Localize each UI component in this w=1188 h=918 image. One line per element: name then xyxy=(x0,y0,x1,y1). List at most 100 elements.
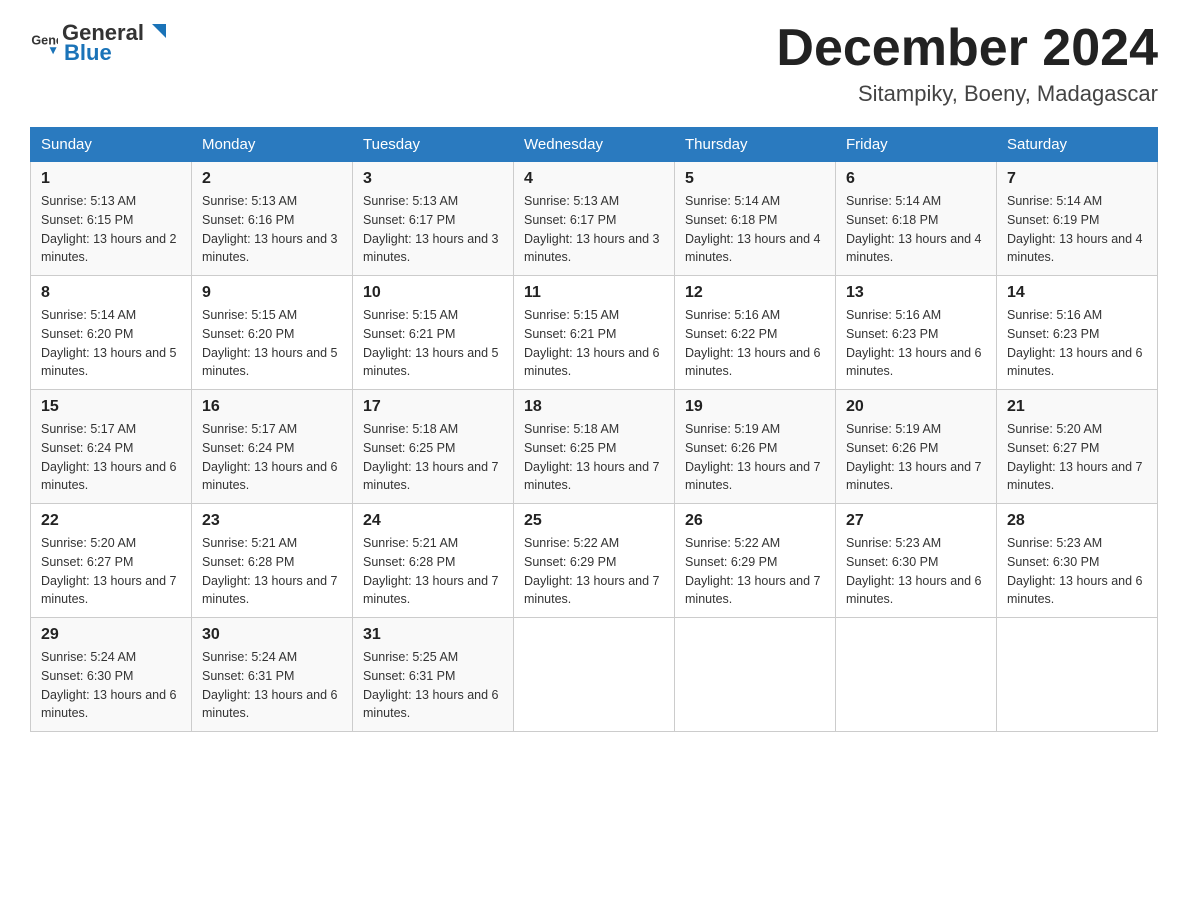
day-number: 23 xyxy=(202,512,342,530)
day-info: Sunrise: 5:23 AMSunset: 6:30 PMDaylight:… xyxy=(846,534,986,609)
day-info: Sunrise: 5:21 AMSunset: 6:28 PMDaylight:… xyxy=(363,534,503,609)
month-year-title: December 2024 xyxy=(776,20,1158,77)
day-info: Sunrise: 5:20 AMSunset: 6:27 PMDaylight:… xyxy=(41,534,181,609)
day-info: Sunrise: 5:22 AMSunset: 6:29 PMDaylight:… xyxy=(685,534,825,609)
calendar-cell: 19 Sunrise: 5:19 AMSunset: 6:26 PMDayligh… xyxy=(675,390,836,504)
calendar-table: SundayMondayTuesdayWednesdayThursdayFrid… xyxy=(30,127,1158,732)
day-number: 30 xyxy=(202,626,342,644)
day-number: 4 xyxy=(524,170,664,188)
calendar-cell: 12Sunrise: 5:16 AMSunset: 6:22 PMDayligh… xyxy=(675,276,836,390)
calendar-cell: 28Sunrise: 5:23 AMSunset: 6:30 PMDayligh… xyxy=(997,504,1158,618)
day-number: 25 xyxy=(524,512,664,530)
calendar-cell: 8Sunrise: 5:14 AMSunset: 6:20 PMDaylight… xyxy=(31,276,192,390)
calendar-cell: 16 Sunrise: 5:17 AMSunset: 6:24 PMDayligh… xyxy=(192,390,353,504)
calendar-cell: 29 Sunrise: 5:24 AMSunset: 6:30 PMDayligh… xyxy=(31,618,192,732)
day-number: 16 xyxy=(202,398,342,416)
week-row-2: 8Sunrise: 5:14 AMSunset: 6:20 PMDaylight… xyxy=(31,276,1158,390)
calendar-header: SundayMondayTuesdayWednesdayThursdayFrid… xyxy=(31,128,1158,162)
week-row-4: 22 Sunrise: 5:20 AMSunset: 6:27 PMDayligh… xyxy=(31,504,1158,618)
calendar-cell: 30 Sunrise: 5:24 AMSunset: 6:31 PMDayligh… xyxy=(192,618,353,732)
day-number: 17 xyxy=(363,398,503,416)
day-info: Sunrise: 5:17 AMSunset: 6:24 PMDaylight:… xyxy=(41,420,181,495)
col-header-sunday: Sunday xyxy=(31,128,192,162)
day-number: 2 xyxy=(202,170,342,188)
day-info: Sunrise: 5:23 AMSunset: 6:30 PMDaylight:… xyxy=(1007,534,1147,609)
title-block: December 2024 Sitampiky, Boeny, Madagasc… xyxy=(776,20,1158,107)
day-number: 15 xyxy=(41,398,181,416)
day-info: Sunrise: 5:14 AMSunset: 6:18 PMDaylight:… xyxy=(846,192,986,267)
day-info: Sunrise: 5:13 AMSunset: 6:15 PMDaylight:… xyxy=(41,192,181,267)
col-header-monday: Monday xyxy=(192,128,353,162)
day-number: 1 xyxy=(41,170,181,188)
day-info: Sunrise: 5:20 AMSunset: 6:27 PMDaylight:… xyxy=(1007,420,1147,495)
calendar-cell: 23 Sunrise: 5:21 AMSunset: 6:28 PMDayligh… xyxy=(192,504,353,618)
calendar-cell xyxy=(997,618,1158,732)
day-info: Sunrise: 5:14 AMSunset: 6:18 PMDaylight:… xyxy=(685,192,825,267)
day-number: 11 xyxy=(524,284,664,302)
generalblue-logo-icon: General xyxy=(30,29,58,57)
day-number: 22 xyxy=(41,512,181,530)
day-number: 20 xyxy=(846,398,986,416)
svg-text:General: General xyxy=(31,33,58,47)
logo: General General Blue xyxy=(30,20,168,66)
calendar-cell: 21Sunrise: 5:20 AMSunset: 6:27 PMDayligh… xyxy=(997,390,1158,504)
day-number: 13 xyxy=(846,284,986,302)
day-number: 29 xyxy=(41,626,181,644)
logo-text-blue: Blue xyxy=(64,40,112,65)
col-header-thursday: Thursday xyxy=(675,128,836,162)
location-subtitle: Sitampiky, Boeny, Madagascar xyxy=(776,81,1158,107)
day-info: Sunrise: 5:13 AMSunset: 6:16 PMDaylight:… xyxy=(202,192,342,267)
day-info: Sunrise: 5:21 AMSunset: 6:28 PMDaylight:… xyxy=(202,534,342,609)
day-number: 31 xyxy=(363,626,503,644)
logo-triangle-icon xyxy=(146,20,168,42)
day-info: Sunrise: 5:18 AMSunset: 6:25 PMDaylight:… xyxy=(524,420,664,495)
col-header-tuesday: Tuesday xyxy=(353,128,514,162)
day-number: 19 xyxy=(685,398,825,416)
day-number: 10 xyxy=(363,284,503,302)
day-number: 7 xyxy=(1007,170,1147,188)
day-info: Sunrise: 5:24 AMSunset: 6:31 PMDaylight:… xyxy=(202,648,342,723)
calendar-cell: 20 Sunrise: 5:19 AMSunset: 6:26 PMDayligh… xyxy=(836,390,997,504)
day-number: 26 xyxy=(685,512,825,530)
calendar-cell: 18 Sunrise: 5:18 AMSunset: 6:25 PMDayligh… xyxy=(514,390,675,504)
week-row-5: 29 Sunrise: 5:24 AMSunset: 6:30 PMDayligh… xyxy=(31,618,1158,732)
calendar-cell: 10Sunrise: 5:15 AMSunset: 6:21 PMDayligh… xyxy=(353,276,514,390)
day-number: 18 xyxy=(524,398,664,416)
calendar-cell xyxy=(836,618,997,732)
calendar-cell: 3Sunrise: 5:13 AMSunset: 6:17 PMDaylight… xyxy=(353,162,514,276)
day-number: 3 xyxy=(363,170,503,188)
calendar-cell: 27 Sunrise: 5:23 AMSunset: 6:30 PMDayligh… xyxy=(836,504,997,618)
day-number: 5 xyxy=(685,170,825,188)
day-number: 12 xyxy=(685,284,825,302)
calendar-cell: 5 Sunrise: 5:14 AMSunset: 6:18 PMDaylight… xyxy=(675,162,836,276)
day-number: 9 xyxy=(202,284,342,302)
page-header: General General Blue December 2024 Sitam… xyxy=(30,20,1158,107)
day-info: Sunrise: 5:25 AMSunset: 6:31 PMDaylight:… xyxy=(363,648,503,723)
calendar-cell: 2 Sunrise: 5:13 AMSunset: 6:16 PMDaylight… xyxy=(192,162,353,276)
calendar-cell xyxy=(514,618,675,732)
col-header-friday: Friday xyxy=(836,128,997,162)
header-row: SundayMondayTuesdayWednesdayThursdayFrid… xyxy=(31,128,1158,162)
day-info: Sunrise: 5:19 AMSunset: 6:26 PMDaylight:… xyxy=(685,420,825,495)
day-number: 24 xyxy=(363,512,503,530)
calendar-cell: 6 Sunrise: 5:14 AMSunset: 6:18 PMDaylight… xyxy=(836,162,997,276)
day-number: 14 xyxy=(1007,284,1147,302)
day-info: Sunrise: 5:14 AMSunset: 6:19 PMDaylight:… xyxy=(1007,192,1147,267)
calendar-cell: 24 Sunrise: 5:21 AMSunset: 6:28 PMDayligh… xyxy=(353,504,514,618)
day-number: 6 xyxy=(846,170,986,188)
calendar-cell: 14Sunrise: 5:16 AMSunset: 6:23 PMDayligh… xyxy=(997,276,1158,390)
day-info: Sunrise: 5:17 AMSunset: 6:24 PMDaylight:… xyxy=(202,420,342,495)
day-info: Sunrise: 5:15 AMSunset: 6:21 PMDaylight:… xyxy=(524,306,664,381)
calendar-cell: 15 Sunrise: 5:17 AMSunset: 6:24 PMDayligh… xyxy=(31,390,192,504)
week-row-1: 1 Sunrise: 5:13 AMSunset: 6:15 PMDaylight… xyxy=(31,162,1158,276)
calendar-cell: 22 Sunrise: 5:20 AMSunset: 6:27 PMDayligh… xyxy=(31,504,192,618)
day-number: 27 xyxy=(846,512,986,530)
calendar-cell xyxy=(675,618,836,732)
day-number: 8 xyxy=(41,284,181,302)
calendar-cell: 7 Sunrise: 5:14 AMSunset: 6:19 PMDaylight… xyxy=(997,162,1158,276)
day-info: Sunrise: 5:19 AMSunset: 6:26 PMDaylight:… xyxy=(846,420,986,495)
calendar-body: 1 Sunrise: 5:13 AMSunset: 6:15 PMDaylight… xyxy=(31,162,1158,732)
day-info: Sunrise: 5:24 AMSunset: 6:30 PMDaylight:… xyxy=(41,648,181,723)
day-info: Sunrise: 5:22 AMSunset: 6:29 PMDaylight:… xyxy=(524,534,664,609)
calendar-cell: 4Sunrise: 5:13 AMSunset: 6:17 PMDaylight… xyxy=(514,162,675,276)
